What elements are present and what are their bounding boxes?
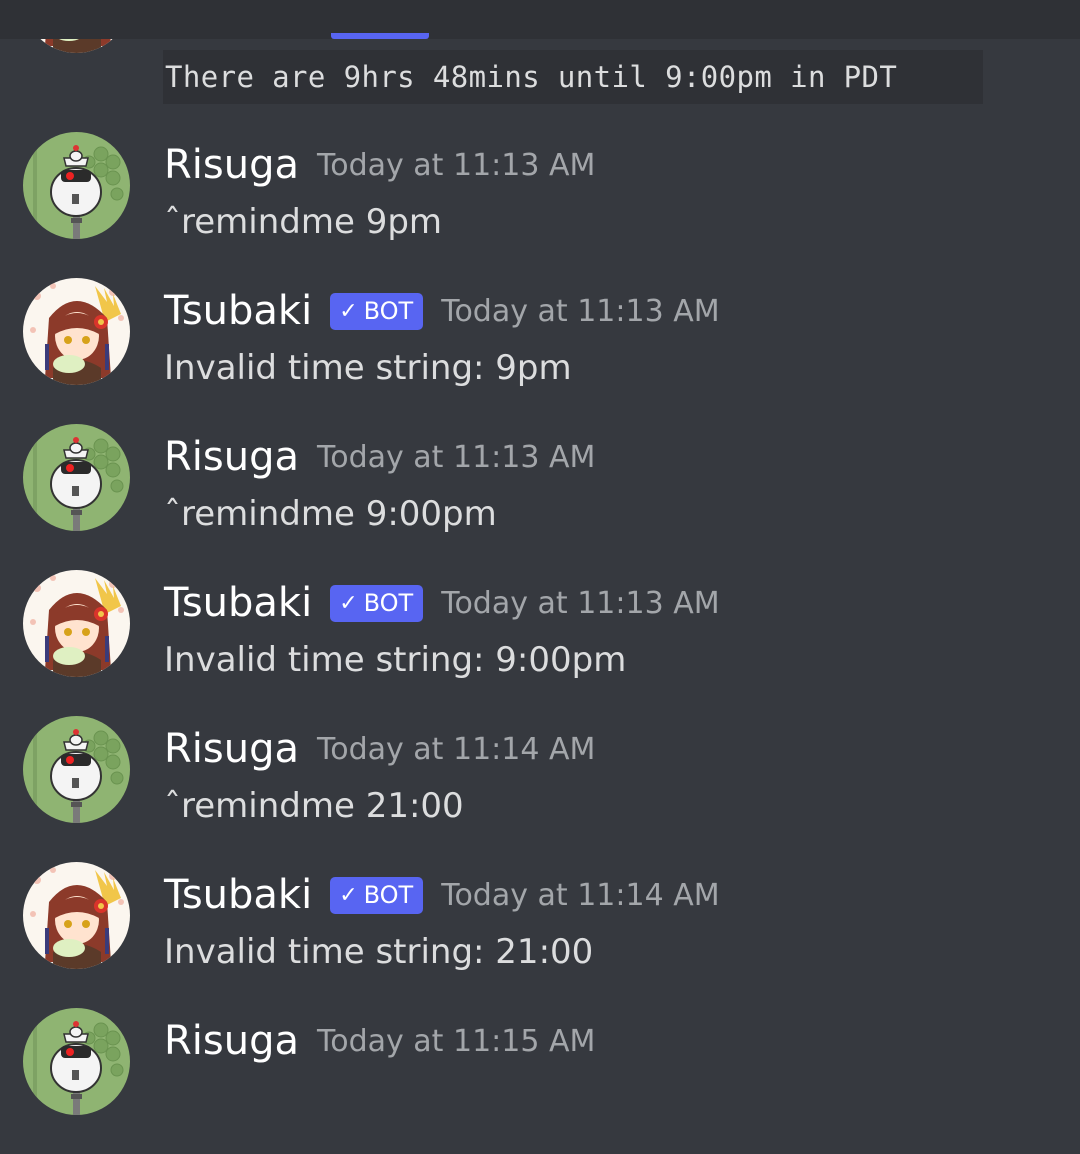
robot-avatar[interactable] bbox=[23, 424, 130, 531]
author-name[interactable]: Risuga bbox=[164, 142, 299, 188]
message-header: Tsubaki ✓ BOT Today at 11:13 AM bbox=[164, 578, 720, 628]
verified-check-icon: ✓ bbox=[339, 590, 358, 616]
message-item: Tsubaki ✓ BOT Today at 11:13 AM Invalid … bbox=[0, 570, 1080, 716]
verified-check-icon: ✓ bbox=[339, 882, 358, 908]
message-header: Tsubaki ✓ BOT Today at 11:14 AM bbox=[164, 870, 720, 920]
message-content: ˆremindme 9pm bbox=[164, 202, 443, 242]
message-content: Invalid time string: 9pm bbox=[164, 348, 572, 388]
message-content: Invalid time string: 9:00pm bbox=[164, 640, 627, 680]
robot-avatar[interactable] bbox=[23, 1008, 130, 1115]
message-item: Tsubaki ✓ BOT Today at 11:14 AM Invalid … bbox=[0, 862, 1080, 1008]
bot-badge-label: BOT bbox=[363, 589, 414, 617]
author-name[interactable]: Tsubaki bbox=[164, 288, 312, 334]
message-content: Invalid time string: 21:00 bbox=[164, 932, 594, 972]
bot-badge-partial bbox=[331, 33, 429, 39]
timestamp: Today at 11:14 AM bbox=[441, 877, 720, 913]
message-item: Risuga Today at 11:14 AM ˆremindme 21:00 bbox=[0, 716, 1080, 862]
robot-avatar[interactable] bbox=[23, 132, 130, 239]
message-content: ˆremindme 21:00 bbox=[164, 786, 464, 826]
bot-badge: ✓ BOT bbox=[330, 876, 424, 914]
message-header: Risuga Today at 11:15 AM bbox=[164, 1016, 595, 1066]
robot-avatar[interactable] bbox=[23, 716, 130, 823]
author-name[interactable]: Tsubaki bbox=[164, 872, 312, 918]
timestamp: Today at 11:13 AM bbox=[317, 439, 596, 475]
message-item: Tsubaki ✓ BOT Today at 11:13 AM Invalid … bbox=[0, 278, 1080, 424]
message-item: Risuga Today at 11:13 AM ˆremindme 9:00p… bbox=[0, 424, 1080, 570]
timestamp: Today at 11:15 AM bbox=[317, 1023, 596, 1059]
author-name[interactable]: Tsubaki bbox=[164, 580, 312, 626]
timestamp: Today at 11:13 AM bbox=[317, 147, 596, 183]
message-header: Risuga Today at 11:13 AM bbox=[164, 140, 595, 190]
code-block: There are 9hrs 48mins until 9:00pm in PD… bbox=[163, 50, 983, 104]
bot-badge: ✓ BOT bbox=[330, 584, 424, 622]
message-header: Risuga Today at 11:13 AM bbox=[164, 432, 595, 482]
message-header: Tsubaki ✓ BOT Today at 11:13 AM bbox=[164, 286, 720, 336]
verified-check-icon: ✓ bbox=[339, 298, 358, 324]
timestamp: Today at 11:13 AM bbox=[441, 585, 720, 621]
author-name[interactable]: Risuga bbox=[164, 726, 299, 772]
timestamp: Today at 11:14 AM bbox=[317, 731, 596, 767]
bot-badge-label: BOT bbox=[363, 297, 414, 325]
channel-header-bar bbox=[0, 0, 1080, 39]
anime-girl-avatar[interactable] bbox=[23, 862, 130, 969]
message-item: Risuga Today at 11:15 AM bbox=[0, 1008, 1080, 1154]
message-header: Risuga Today at 11:14 AM bbox=[164, 724, 595, 774]
message-item: Risuga Today at 11:13 AM ˆremindme 9pm bbox=[0, 132, 1080, 278]
bot-badge-label: BOT bbox=[363, 881, 414, 909]
anime-girl-avatar[interactable] bbox=[23, 278, 130, 385]
anime-girl-avatar[interactable] bbox=[23, 570, 130, 677]
timestamp: Today at 11:13 AM bbox=[441, 293, 720, 329]
author-name[interactable]: Risuga bbox=[164, 434, 299, 480]
message-content: ˆremindme 9:00pm bbox=[164, 494, 497, 534]
author-name[interactable]: Risuga bbox=[164, 1018, 299, 1064]
bot-badge: ✓ BOT bbox=[330, 292, 424, 330]
